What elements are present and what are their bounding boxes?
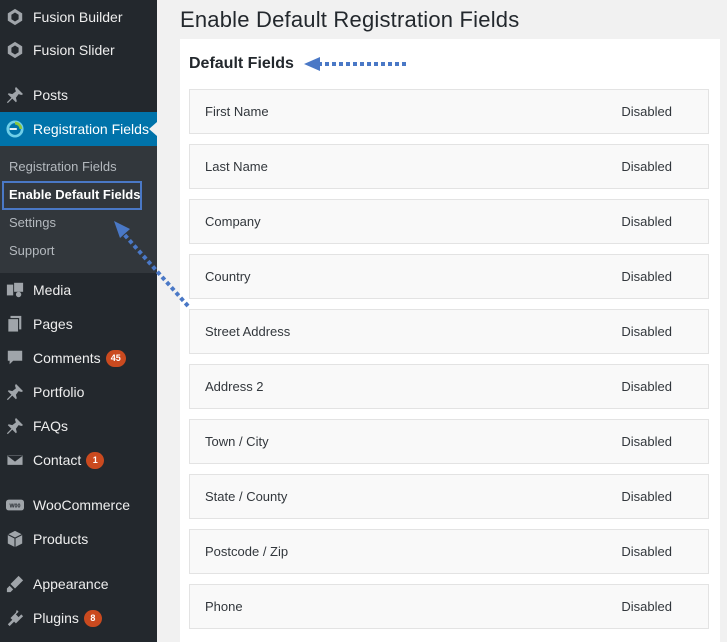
menu-label: Products (33, 531, 89, 547)
menu-item-portfolio[interactable]: Portfolio (0, 375, 157, 409)
menu-label: Media (33, 282, 72, 298)
contact-count-badge: 1 (86, 451, 105, 469)
field-status[interactable]: Disabled (621, 214, 672, 229)
submenu-item-settings[interactable]: Settings (9, 213, 56, 233)
field-row-first-name[interactable]: First Name Disabled (189, 89, 709, 134)
pin-icon (5, 416, 25, 436)
admin-sidebar: Fusion Builder Fusion Slider Posts Regis… (0, 0, 157, 642)
menu-label: Plugins (33, 610, 79, 626)
field-status[interactable]: Disabled (621, 379, 672, 394)
field-name: Company (205, 214, 261, 229)
field-name: Address 2 (205, 379, 264, 394)
field-row-country[interactable]: Country Disabled (189, 254, 709, 299)
section-title: Default Fields (189, 55, 294, 72)
menu-label: Fusion Slider (33, 42, 115, 58)
appearance-icon (5, 574, 25, 594)
svg-text:W00: W00 (9, 504, 20, 510)
menu-item-fusion-slider[interactable]: Fusion Slider (0, 33, 157, 67)
mail-icon (5, 450, 25, 470)
menu-item-comments[interactable]: Comments 45 (0, 341, 157, 375)
submenu-item-registration-fields[interactable]: Registration Fields (9, 157, 117, 177)
menu-item-pages[interactable]: Pages (0, 307, 157, 341)
field-name: Last Name (205, 159, 268, 174)
field-status[interactable]: Disabled (621, 159, 672, 174)
field-name: State / County (205, 489, 288, 504)
menu-label: Posts (33, 87, 69, 103)
fusion-builder-icon (5, 7, 25, 27)
field-name: Phone (205, 599, 243, 614)
menu-item-plugins[interactable]: Plugins 8 (0, 601, 157, 635)
menu-label: Appearance (33, 576, 109, 592)
field-status[interactable]: Disabled (621, 104, 672, 119)
menu-item-products[interactable]: Products (0, 522, 157, 556)
menu-item-woocommerce[interactable]: W00 WooCommerce (0, 488, 157, 522)
menu-item-fusion-builder[interactable]: Fusion Builder (0, 0, 157, 34)
menu-label: Portfolio (33, 384, 85, 400)
menu-item-registration-fields[interactable]: Registration Fields (0, 112, 157, 146)
pages-icon (5, 314, 25, 334)
menu-label: WooCommerce (33, 497, 130, 513)
menu-item-faqs[interactable]: FAQs (0, 409, 157, 443)
comments-icon (5, 348, 25, 368)
field-row-phone[interactable]: Phone Disabled (189, 584, 709, 629)
field-status[interactable]: Disabled (621, 434, 672, 449)
pin-icon (5, 382, 25, 402)
comments-count-badge: 45 (105, 349, 126, 367)
plugins-icon (5, 608, 25, 628)
page-title: Enable Default Registration Fields (180, 7, 520, 32)
field-status[interactable]: Disabled (621, 269, 672, 284)
menu-label: FAQs (33, 418, 69, 434)
field-status[interactable]: Disabled (621, 599, 672, 614)
field-row-last-name[interactable]: Last Name Disabled (189, 144, 709, 189)
registration-fields-icon (5, 119, 25, 139)
menu-label: Contact (33, 452, 82, 468)
menu-label: Pages (33, 316, 73, 332)
menu-label: Fusion Builder (33, 9, 123, 25)
field-name: Country (205, 269, 251, 284)
field-name: Town / City (205, 434, 269, 449)
annotation-highlight-box (2, 181, 142, 210)
menu-item-posts[interactable]: Posts (0, 78, 157, 112)
products-icon (5, 529, 25, 549)
menu-item-contact[interactable]: Contact 1 (0, 443, 157, 477)
menu-label: Registration Fields (33, 121, 149, 137)
field-row-town-city[interactable]: Town / City Disabled (189, 419, 709, 464)
field-row-postcode-zip[interactable]: Postcode / Zip Disabled (189, 529, 709, 574)
menu-item-appearance[interactable]: Appearance (0, 567, 157, 601)
plugins-count-badge: 8 (83, 609, 102, 627)
menu-item-media[interactable]: Media (0, 273, 157, 307)
field-status[interactable]: Disabled (621, 489, 672, 504)
field-row-address-2[interactable]: Address 2 Disabled (189, 364, 709, 409)
field-row-state-county[interactable]: State / County Disabled (189, 474, 709, 519)
menu-label: Comments (33, 350, 101, 366)
field-row-company[interactable]: Company Disabled (189, 199, 709, 244)
media-icon (5, 280, 25, 300)
pin-icon (5, 85, 25, 105)
field-name: First Name (205, 104, 269, 119)
field-name: Postcode / Zip (205, 544, 289, 559)
field-row-street-address[interactable]: Street Address Disabled (189, 309, 709, 354)
field-status[interactable]: Disabled (621, 544, 672, 559)
field-status[interactable]: Disabled (621, 324, 672, 339)
submenu-item-support[interactable]: Support (9, 241, 55, 261)
field-name: Street Address (205, 324, 291, 339)
woocommerce-icon: W00 (5, 495, 25, 515)
fusion-slider-icon (5, 40, 25, 60)
